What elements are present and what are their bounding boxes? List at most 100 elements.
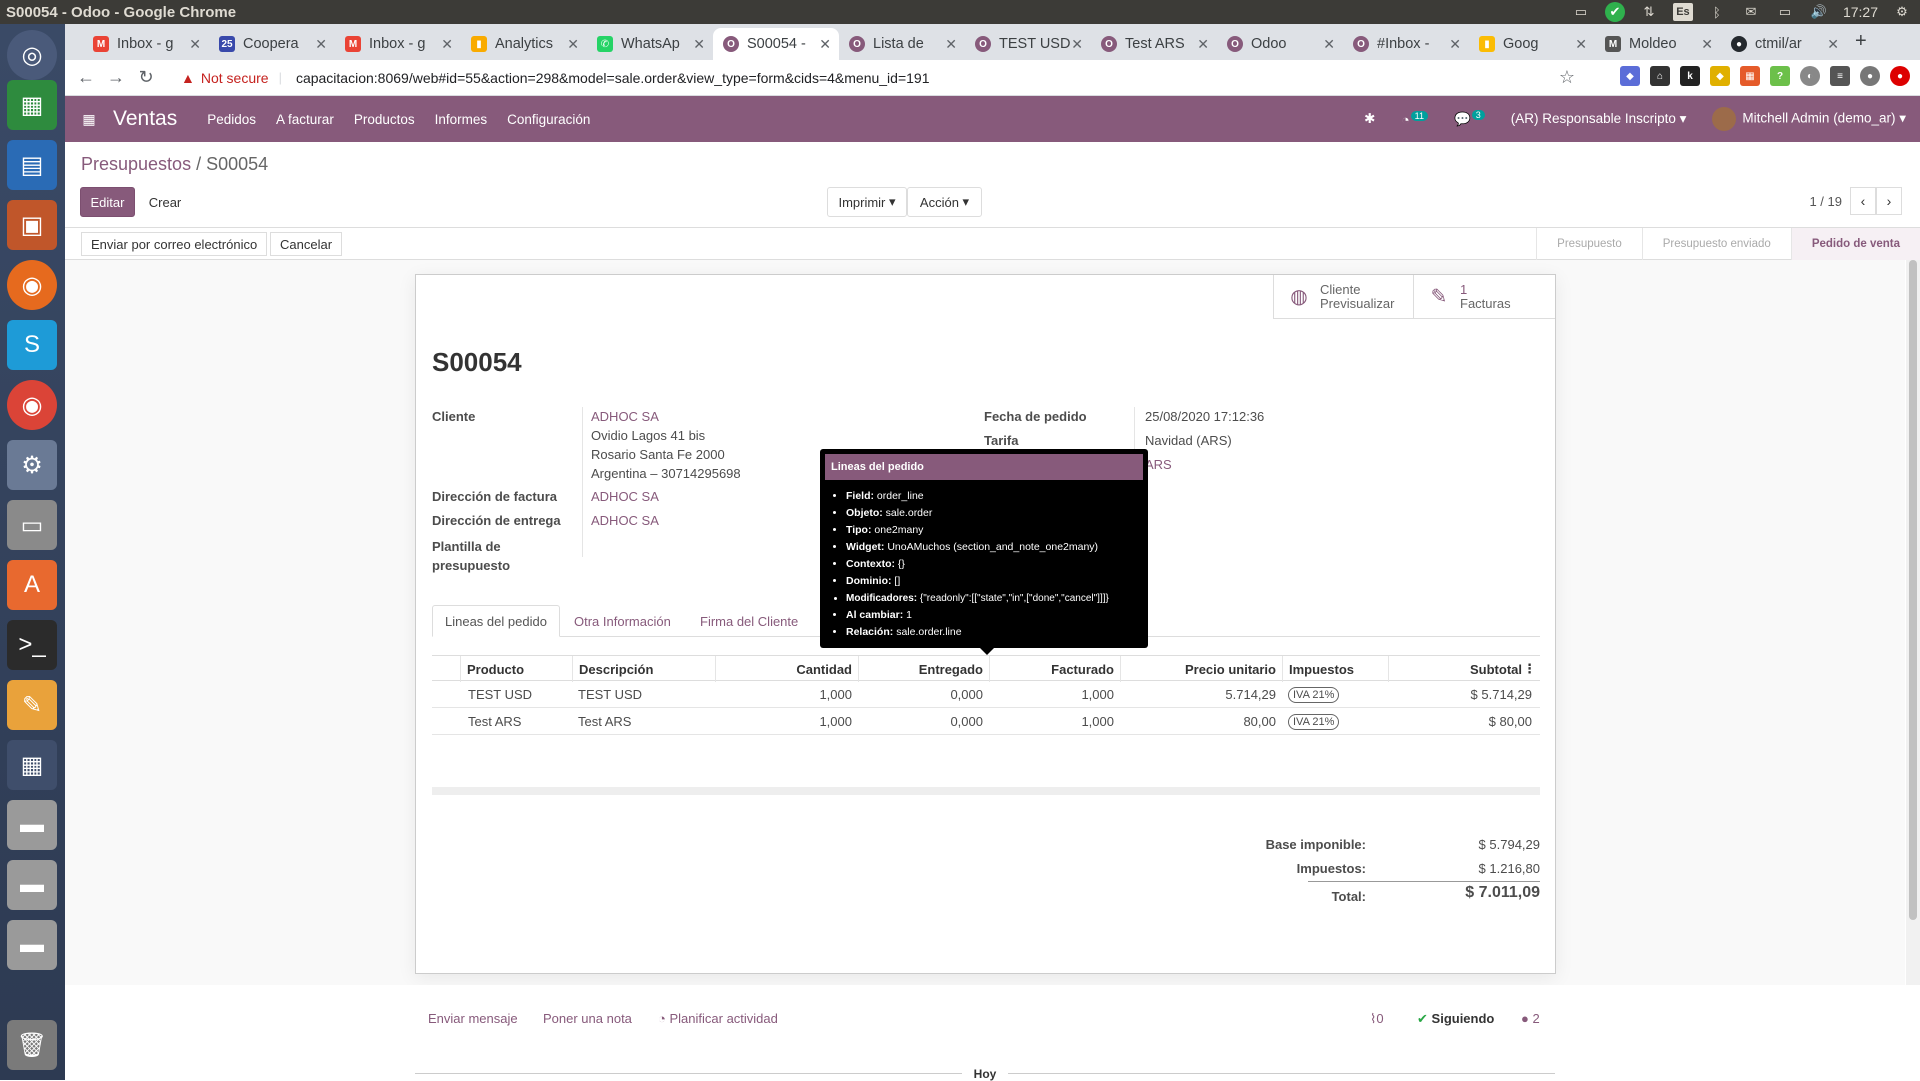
settings-gear-icon[interactable]: ⚙: [1892, 4, 1912, 20]
security-indicator[interactable]: ▲ Not secure: [181, 70, 269, 86]
network-icon[interactable]: ⇅: [1639, 4, 1659, 20]
menu-productos[interactable]: Productos: [354, 112, 415, 127]
browser-tab[interactable]: M Inbox - g ✕: [83, 28, 209, 60]
tab-customer-signature[interactable]: Firma del Cliente: [688, 605, 810, 637]
stage-presupuesto[interactable]: Presupuesto: [1536, 228, 1642, 260]
send-message-button[interactable]: Enviar mensaje: [428, 1011, 518, 1026]
column-header-unit-price[interactable]: Precio unitario: [1120, 656, 1282, 682]
writer-icon[interactable]: ▤: [7, 140, 57, 190]
menu-a-facturar[interactable]: A facturar: [276, 112, 334, 127]
print-dropdown[interactable]: Imprimir ▾: [827, 187, 907, 217]
browser-tab[interactable]: ✆ WhatsAp ✕: [587, 28, 713, 60]
browser-tab[interactable]: O Test ARS ✕: [1091, 28, 1217, 60]
files-icon[interactable]: ▭: [7, 500, 57, 550]
forward-arrow-icon[interactable]: →: [101, 67, 131, 88]
table-row[interactable]: Test ARS Test ARS 1,000 0,000 1,000 80,0…: [432, 708, 1540, 735]
create-button[interactable]: Crear: [140, 187, 190, 217]
browser-tab[interactable]: ● ctmil/ar ✕: [1721, 28, 1847, 60]
extension-icon[interactable]: ◐: [1800, 66, 1820, 86]
close-icon[interactable]: ✕: [1323, 36, 1335, 53]
column-header-quantity[interactable]: Cantidad: [715, 656, 858, 682]
close-icon[interactable]: ✕: [1827, 36, 1839, 53]
volume-icon[interactable]: 🔊: [1809, 4, 1829, 20]
menu-pedidos[interactable]: Pedidos: [207, 112, 256, 127]
browser-tab[interactable]: M Inbox - g ✕: [335, 28, 461, 60]
table-row[interactable]: TEST USD TEST USD 1,000 0,000 1,000 5.71…: [432, 681, 1540, 708]
activity-menu[interactable]: ◔ 11: [1401, 110, 1428, 127]
apps-menu-icon[interactable]: ▦: [65, 111, 113, 128]
check-icon[interactable]: ✔: [1604, 2, 1625, 22]
send-email-button[interactable]: Enviar por correo electrónico: [81, 232, 268, 256]
extension-icon[interactable]: ⌂: [1650, 66, 1670, 86]
company-switcher[interactable]: (AR) Responsable Inscripto ▾: [1511, 111, 1687, 127]
new-tab-button[interactable]: +: [1855, 30, 1867, 53]
pager-previous-button[interactable]: ‹: [1850, 187, 1876, 215]
close-icon[interactable]: ✕: [1197, 36, 1209, 53]
clock[interactable]: 17:27: [1843, 4, 1878, 20]
back-arrow-icon[interactable]: ←: [71, 67, 101, 88]
extension-icon[interactable]: ?: [1770, 66, 1790, 86]
close-icon[interactable]: ✕: [1071, 36, 1083, 53]
delivery-address-link[interactable]: ADHOC SA: [591, 513, 659, 528]
debug-bug-icon[interactable]: ✱: [1364, 111, 1375, 127]
action-dropdown[interactable]: Acción ▾: [907, 187, 982, 217]
pager-next-button[interactable]: ›: [1876, 187, 1902, 215]
close-icon[interactable]: ✕: [1449, 36, 1461, 53]
stage-pedido-de-venta[interactable]: Pedido de venta: [1790, 228, 1920, 260]
bookmark-star-icon[interactable]: ☆: [1559, 67, 1575, 88]
tab-order-lines[interactable]: Lineas del pedido: [432, 605, 560, 637]
firefox-icon[interactable]: ◉: [7, 260, 57, 310]
browser-tab[interactable]: O Lista de ✕: [839, 28, 965, 60]
close-icon[interactable]: ✕: [567, 36, 579, 53]
battery-icon[interactable]: ▭: [1775, 4, 1795, 20]
extension-icon[interactable]: ▦: [1740, 66, 1760, 86]
cancel-order-button[interactable]: Cancelar: [270, 232, 343, 256]
extension-icon[interactable]: k: [1680, 66, 1700, 86]
scroll-thumb[interactable]: [1909, 260, 1917, 920]
column-options-icon[interactable]: ⋮: [1523, 661, 1536, 677]
menu-configuracion[interactable]: Configuración: [507, 112, 590, 127]
browser-tab[interactable]: 25 Coopera ✕: [209, 28, 335, 60]
terminal-icon[interactable]: >_: [7, 620, 57, 670]
log-note-button[interactable]: Poner una nota: [543, 1011, 632, 1026]
pager-value[interactable]: 1 / 19: [1809, 194, 1842, 209]
drive-icon[interactable]: ▬: [7, 860, 57, 910]
column-header-delivered[interactable]: Entregado: [858, 656, 989, 682]
stage-presupuesto-enviado[interactable]: Presupuesto enviado: [1641, 228, 1791, 260]
extension-icon[interactable]: ◆: [1620, 66, 1640, 86]
column-header-product[interactable]: Producto: [460, 656, 575, 682]
column-header-taxes[interactable]: Impuestos: [1282, 656, 1388, 682]
user-menu[interactable]: Mitchell Admin (demo_ar) ▾: [1712, 107, 1906, 131]
browser-tab[interactable]: ▮ Goog ✕: [1469, 28, 1595, 60]
extension-icon[interactable]: ◆: [1710, 66, 1730, 86]
extension-icon[interactable]: ≡: [1830, 66, 1850, 86]
close-icon[interactable]: ✕: [693, 36, 705, 53]
messaging-menu[interactable]: 💬 3: [1454, 110, 1485, 128]
column-header-invoiced[interactable]: Facturado: [989, 656, 1120, 682]
invoice-address-link[interactable]: ADHOC SA: [591, 489, 659, 504]
bluetooth-icon[interactable]: ᛒ: [1707, 4, 1727, 20]
software-center-icon[interactable]: A: [7, 560, 57, 610]
browser-tab[interactable]: O TEST USD ✕: [965, 28, 1091, 60]
extension-icon[interactable]: ●: [1890, 66, 1910, 86]
attachments-button[interactable]: ⌇0: [1370, 1011, 1384, 1027]
edit-button[interactable]: Editar: [80, 187, 135, 217]
column-header-description[interactable]: Descripción: [572, 656, 715, 682]
browser-tab[interactable]: O Odoo ✕: [1217, 28, 1343, 60]
scrollbar[interactable]: [1906, 260, 1920, 985]
workspace-switcher-icon[interactable]: ▦: [7, 740, 57, 790]
menu-informes[interactable]: Informes: [435, 112, 488, 127]
reload-icon[interactable]: ↻: [131, 67, 161, 88]
browser-tab-active[interactable]: O S00054 - ✕: [713, 28, 839, 60]
url-field[interactable]: capacitacion:8069/web#id=55&action=298&m…: [296, 70, 930, 86]
drive-icon[interactable]: ▬: [7, 920, 57, 970]
trash-icon[interactable]: 🗑: [7, 1020, 57, 1070]
chrome-icon[interactable]: ◉: [7, 380, 57, 430]
column-header-subtotal[interactable]: Subtotal: [1388, 656, 1528, 682]
currency-link[interactable]: ARS: [1145, 457, 1172, 472]
browser-tab[interactable]: ▮ Analytics ✕: [461, 28, 587, 60]
spreadsheet-icon[interactable]: ▦: [7, 80, 57, 130]
close-icon[interactable]: ✕: [315, 36, 327, 53]
close-icon[interactable]: ✕: [1575, 36, 1587, 53]
close-icon[interactable]: ✕: [945, 36, 957, 53]
